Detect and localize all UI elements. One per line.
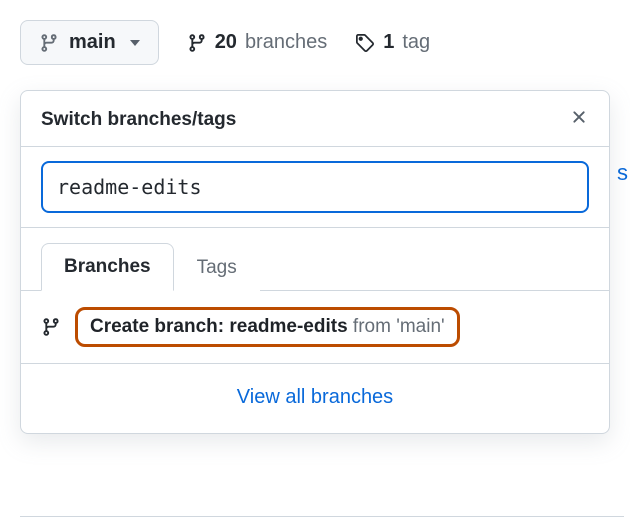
tab-tags-label: Tags bbox=[197, 257, 237, 278]
branch-search-input[interactable] bbox=[41, 161, 589, 213]
close-icon bbox=[569, 106, 589, 133]
create-branch-suffix: from 'main' bbox=[348, 316, 445, 337]
tags-link[interactable]: 1 tag bbox=[355, 31, 430, 54]
popup-title: Switch branches/tags bbox=[41, 109, 236, 131]
branches-label: branches bbox=[245, 31, 327, 54]
branch-icon bbox=[187, 33, 207, 53]
caret-down-icon bbox=[130, 40, 140, 46]
create-branch-badge: Create branch: readme-edits from 'main' bbox=[75, 307, 460, 347]
branch-select-button[interactable]: main bbox=[20, 20, 159, 65]
view-all-branches-link[interactable]: View all branches bbox=[237, 386, 393, 408]
branch-select-label: main bbox=[69, 31, 116, 54]
branch-icon bbox=[39, 33, 59, 53]
branch-switcher-popup: Switch branches/tags Branches Tags Creat… bbox=[20, 90, 610, 434]
create-branch-item[interactable]: Create branch: readme-edits from 'main' bbox=[21, 291, 609, 364]
background-link-fragment: s bbox=[617, 160, 628, 186]
tag-icon bbox=[355, 33, 375, 53]
tab-tags[interactable]: Tags bbox=[174, 244, 260, 291]
branches-link[interactable]: 20 branches bbox=[187, 31, 328, 54]
tab-branches-label: Branches bbox=[64, 256, 151, 277]
create-branch-name: readme-edits bbox=[229, 316, 347, 337]
background-divider bbox=[20, 516, 624, 517]
tags-count: 1 bbox=[383, 31, 394, 54]
close-button[interactable] bbox=[569, 107, 589, 132]
branch-icon bbox=[41, 317, 61, 337]
tab-branches[interactable]: Branches bbox=[41, 243, 174, 291]
branches-count: 20 bbox=[215, 31, 237, 54]
tags-label: tag bbox=[402, 31, 430, 54]
create-branch-prefix: Create branch: bbox=[90, 316, 229, 337]
